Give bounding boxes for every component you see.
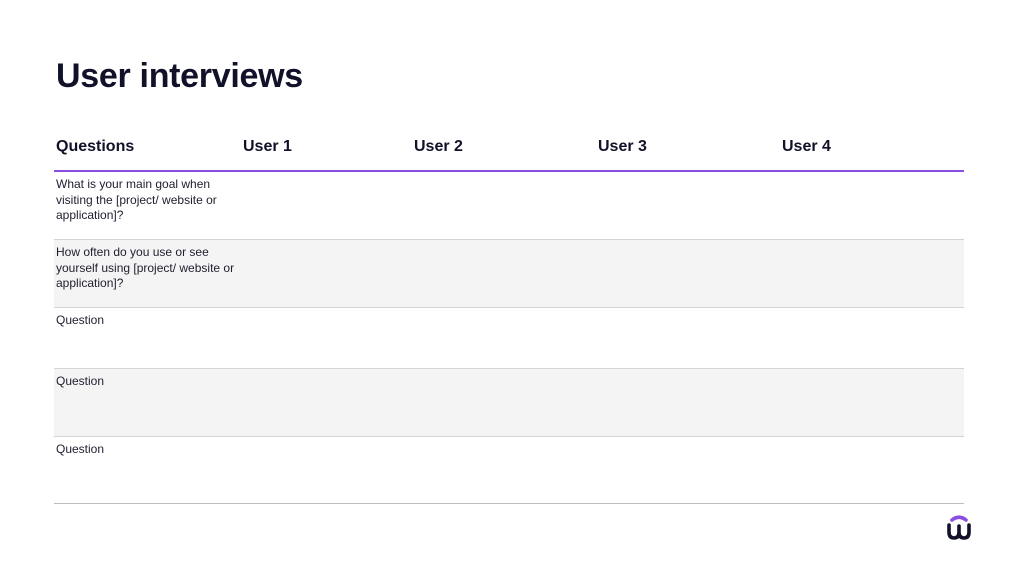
question-cell: How often do you use or see yourself usi… <box>56 245 235 290</box>
question-cell: Question <box>56 313 105 327</box>
question-cell: What is your main goal when visiting the… <box>56 177 217 222</box>
header-questions: Questions <box>56 138 135 155</box>
page-title: User interviews <box>56 57 303 95</box>
question-cell: Question <box>56 442 105 456</box>
brand-logo-icon <box>944 513 974 543</box>
table-row: Question <box>54 308 964 369</box>
table-row: How often do you use or see yourself usi… <box>54 240 964 308</box>
header-user-3: User 3 <box>598 138 647 155</box>
header-user-1: User 1 <box>243 138 292 155</box>
table-row: Question <box>54 369 964 437</box>
question-cell: Question <box>56 374 105 388</box>
header-user-2: User 2 <box>414 138 463 155</box>
table-row: What is your main goal when visiting the… <box>54 172 964 240</box>
table-header-row: Questions User 1 User 2 User 3 User 4 <box>54 128 964 172</box>
interview-table: Questions User 1 User 2 User 3 User 4 Wh… <box>54 128 964 504</box>
table-row: Question <box>54 437 964 504</box>
header-user-4: User 4 <box>782 138 831 155</box>
